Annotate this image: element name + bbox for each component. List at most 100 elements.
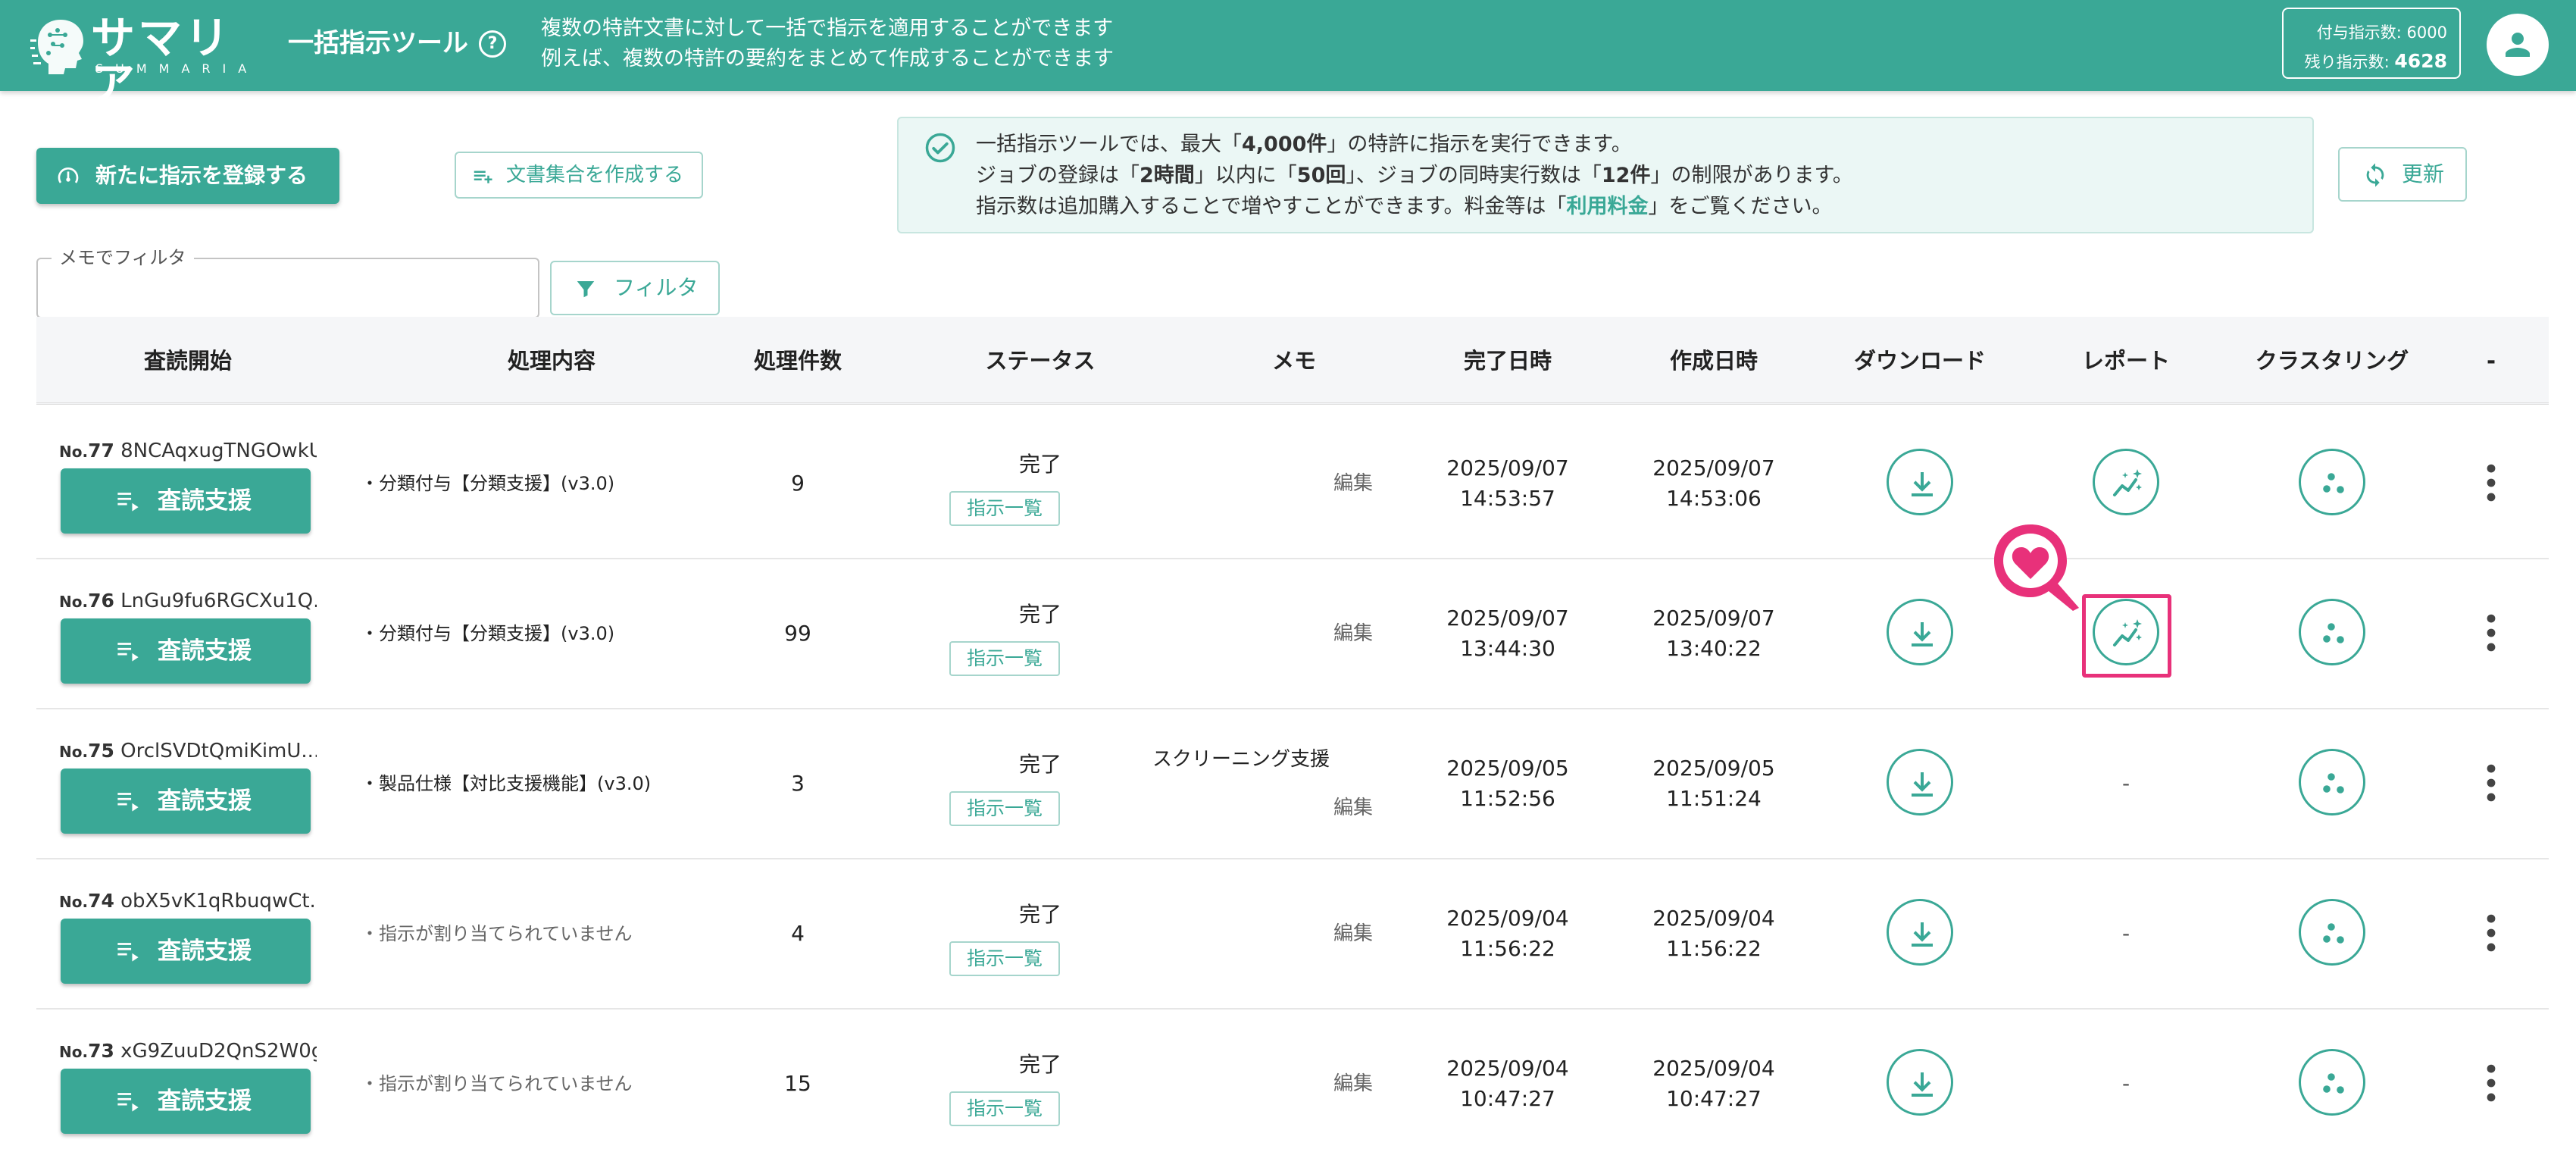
- clustering-button[interactable]: [2299, 749, 2365, 815]
- status-text: 完了: [1018, 902, 1061, 927]
- description-line-2: 例えば、複数の特許の要約をまとめて作成することができます: [541, 47, 1114, 70]
- row-menu-button[interactable]: [2476, 756, 2506, 809]
- clustering-button[interactable]: [2299, 599, 2365, 665]
- sparkle-chart-icon: [2113, 469, 2142, 496]
- logo-subtext: SUMMARIA: [95, 61, 259, 76]
- done-datetime: 2025/09/05 11:52:56: [1446, 756, 1569, 811]
- job-number: No.75: [59, 740, 114, 762]
- filter-button[interactable]: フィルタ: [550, 261, 720, 315]
- quota-granted-label: 付与指示数:: [2316, 23, 2407, 42]
- job-number: No.73: [59, 1040, 114, 1062]
- status-text: 完了: [1018, 752, 1061, 777]
- playlist-play-icon: [117, 793, 139, 812]
- row-menu-button[interactable]: [2476, 906, 2506, 959]
- job-hash: LnGu9fu6RGCXu1Q...: [120, 590, 317, 612]
- refresh-button[interactable]: 更新: [2338, 147, 2467, 202]
- pricing-link[interactable]: 利用料金: [1567, 195, 1649, 218]
- process-content: ・指示が割り当てられていません: [361, 923, 633, 944]
- more-vert-icon: [2487, 764, 2496, 802]
- instruction-list-button[interactable]: 指示一覧: [949, 491, 1060, 526]
- column-header-done-at: 完了日時: [1463, 348, 1552, 374]
- memo-filter-input[interactable]: [52, 273, 521, 305]
- clustering-dots-icon: [2323, 773, 2344, 794]
- row-menu-button[interactable]: [2476, 456, 2506, 509]
- table-row: No.74 obX5vK1qRbuqwCt... 査読支援 ・指示が割り当てられ…: [36, 859, 2549, 1010]
- quota-granted-value: 6000: [2406, 23, 2447, 42]
- instruction-list-button[interactable]: 指示一覧: [949, 641, 1060, 676]
- help-icon[interactable]: ?: [479, 30, 506, 58]
- process-count: 9: [791, 471, 805, 496]
- job-id: No.73 xG9ZuuD2QnS2W0g...: [59, 1040, 317, 1063]
- download-button[interactable]: [1887, 449, 1953, 515]
- info-notice: 一括指示ツールでは、最大「4,000件」の特許に指示を実行できます。 ジョブの登…: [897, 117, 2314, 233]
- playlist-play-icon: [117, 643, 139, 662]
- review-support-button[interactable]: 査読支援: [61, 1069, 311, 1134]
- clustering-button[interactable]: [2299, 449, 2365, 515]
- review-support-label: 査読支援: [158, 487, 252, 515]
- notice-line-3: 指示数は追加購入することで増やすことができます。料金等は「利用料金」をご覧くださ…: [976, 195, 1833, 218]
- user-avatar-button[interactable]: [2487, 14, 2549, 76]
- done-datetime: 2025/09/07 13:44:30: [1446, 606, 1569, 661]
- created-datetime: 2025/09/05 11:51:24: [1652, 756, 1775, 811]
- report-button-highlight: [2082, 594, 2171, 678]
- memo-edit-link[interactable]: 編集: [1315, 794, 1391, 825]
- download-button[interactable]: [1887, 749, 1953, 815]
- download-button[interactable]: [1887, 599, 1953, 665]
- quota-box: 付与指示数: 6000 残り指示数: 4628: [2282, 8, 2461, 79]
- instruction-list-button[interactable]: 指示一覧: [949, 941, 1060, 976]
- playlist-play-icon: [117, 493, 139, 512]
- download-button[interactable]: [1887, 899, 1953, 966]
- clustering-dots-icon: [2323, 473, 2344, 493]
- check-circle-icon: [925, 133, 955, 163]
- created-datetime: 2025/09/07 13:40:22: [1652, 606, 1775, 661]
- memo-edit-link[interactable]: 編集: [1315, 559, 1391, 708]
- report-button[interactable]: [2093, 449, 2159, 515]
- instruction-list-button[interactable]: 指示一覧: [949, 791, 1060, 826]
- create-docset-button[interactable]: 文書集合を作成する: [455, 152, 703, 199]
- create-docset-label: 文書集合を作成する: [506, 164, 684, 186]
- user-icon: [2506, 33, 2530, 57]
- memo-edit-link[interactable]: 編集: [1315, 409, 1391, 558]
- memo-filter-label: メモでフィルタ: [52, 247, 194, 268]
- notice-text: 一括指示ツールでは、最大「4,000件」の特許に指示を実行できます。 ジョブの登…: [976, 129, 1853, 222]
- done-datetime: 2025/09/07 14:53:57: [1446, 455, 1569, 511]
- status-text: 完了: [1018, 602, 1061, 627]
- memo-edit-link[interactable]: 編集: [1315, 1010, 1391, 1152]
- review-support-button[interactable]: 査読支援: [61, 468, 311, 534]
- report-empty: -: [2121, 1071, 2131, 1096]
- filter-button-label: フィルタ: [614, 275, 699, 300]
- download-button[interactable]: [1887, 1049, 1953, 1116]
- refresh-label: 更新: [2402, 161, 2445, 186]
- process-content: ・指示が割り当てられていません: [361, 1073, 633, 1094]
- column-header-created-at: 作成日時: [1669, 348, 1758, 374]
- review-support-label: 査読支援: [158, 637, 252, 665]
- review-support-button[interactable]: 査読支援: [61, 769, 311, 834]
- column-header-count: 処理件数: [753, 348, 842, 374]
- row-menu-button[interactable]: [2476, 1057, 2506, 1110]
- clustering-button[interactable]: [2299, 899, 2365, 966]
- process-count: 99: [784, 621, 811, 646]
- column-header-review-start: 査読開始: [143, 348, 232, 374]
- column-header-memo: メモ: [1271, 348, 1316, 374]
- clustering-dots-icon: [2323, 923, 2344, 944]
- page-title: 一括指示ツール: [288, 28, 468, 58]
- row-menu-button[interactable]: [2476, 606, 2506, 659]
- column-header-report: レポート: [2081, 348, 2170, 374]
- summaria-logo[interactable]: サマリア SUMMARIA: [30, 14, 250, 106]
- process-count: 3: [791, 771, 805, 796]
- job-number: No.77: [59, 440, 114, 462]
- filter-funnel-icon: [577, 281, 595, 298]
- memo-text: スクリーニング支援: [1152, 748, 1330, 771]
- created-datetime: 2025/09/04 10:47:27: [1652, 1056, 1775, 1111]
- review-support-button[interactable]: 査読支援: [61, 919, 311, 984]
- column-header-clustering: クラスタリング: [2255, 348, 2409, 374]
- review-support-button[interactable]: 査読支援: [61, 618, 311, 684]
- gauge-icon: [58, 167, 79, 183]
- quota-remaining-label: 残り指示数:: [2304, 53, 2395, 71]
- register-instruction-button[interactable]: 新たに指示を登録する: [36, 148, 339, 204]
- instruction-list-button[interactable]: 指示一覧: [949, 1091, 1060, 1126]
- clustering-button[interactable]: [2299, 1049, 2365, 1116]
- memo-edit-link[interactable]: 編集: [1315, 859, 1391, 1008]
- refresh-icon: [2366, 163, 2384, 187]
- job-id: No.75 OrclSVDtQmiKimU...: [59, 740, 317, 763]
